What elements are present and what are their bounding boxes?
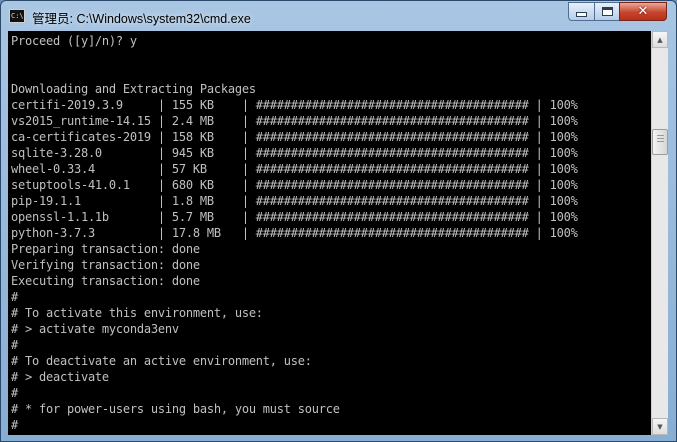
console-line: vs2015_runtime-14.15 | 2.4 MB | ########… bbox=[11, 114, 578, 128]
minimize-icon bbox=[576, 12, 587, 17]
scrollbar-thumb[interactable] bbox=[652, 129, 668, 155]
console-line: pip-19.1.1 | 1.8 MB | ##################… bbox=[11, 194, 578, 208]
console-line: # > deactivate bbox=[11, 370, 109, 384]
scroll-down-button[interactable]: ▼ bbox=[652, 418, 668, 435]
console-line: Preparing transaction: done bbox=[11, 242, 200, 256]
maximize-icon bbox=[601, 7, 613, 16]
grip-line bbox=[657, 135, 664, 136]
console-line: sqlite-3.28.0 | 945 KB | ###############… bbox=[11, 146, 578, 160]
scroll-up-button[interactable]: ▲ bbox=[652, 31, 668, 48]
up-arrow-icon: ▲ bbox=[657, 35, 663, 44]
console-line: # To activate this environment, use: bbox=[11, 306, 263, 320]
cmd-window: C:\ 管理员: C:\Windows\system32\cmd.exe ✕ P… bbox=[0, 0, 677, 442]
console-line: # bbox=[11, 386, 18, 400]
console-output-area[interactable]: Proceed ([y]/n)? y Downloading and Extrac… bbox=[8, 31, 651, 435]
console-line: Executing transaction: done bbox=[11, 274, 200, 288]
console-line: Verifying transaction: done bbox=[11, 258, 200, 272]
down-arrow-icon: ▼ bbox=[657, 422, 663, 431]
console-line: python-3.7.3 | 17.8 MB | ###############… bbox=[11, 226, 578, 240]
console-line: # bbox=[11, 290, 18, 304]
console-line: # bbox=[11, 338, 18, 352]
console-text: Proceed ([y]/n)? y Downloading and Extrac… bbox=[8, 31, 651, 433]
maximize-button[interactable] bbox=[594, 2, 620, 21]
minimize-button[interactable] bbox=[568, 2, 595, 21]
console-line: Downloading and Extracting Packages bbox=[11, 82, 256, 96]
console-line: ca-certificates-2019 | 158 KB | ########… bbox=[11, 130, 578, 144]
vertical-scrollbar[interactable]: ▲ ▼ bbox=[651, 31, 668, 435]
grip-line bbox=[657, 141, 664, 142]
console-line: # > activate myconda3env bbox=[11, 322, 179, 336]
cmd-app-icon[interactable]: C:\ bbox=[9, 9, 25, 23]
console-line: openssl-1.1.1b | 5.7 MB | ##############… bbox=[11, 210, 578, 224]
console-line: wheel-0.33.4 | 57 KB | #################… bbox=[11, 162, 578, 176]
window-title: 管理员: C:\Windows\system32\cmd.exe bbox=[32, 12, 251, 26]
console-line: certifi-2019.3.9 | 155 KB | ############… bbox=[11, 98, 578, 112]
close-button[interactable]: ✕ bbox=[619, 2, 667, 21]
grip-line bbox=[657, 138, 664, 139]
close-icon: ✕ bbox=[637, 4, 649, 19]
title-bar[interactable]: C:\ 管理员: C:\Windows\system32\cmd.exe ✕ bbox=[1, 1, 676, 31]
console-line: Proceed ([y]/n)? y bbox=[11, 34, 137, 48]
console-line: # To deactivate an active environment, u… bbox=[11, 354, 312, 368]
console-line: setuptools-41.0.1 | 680 KB | ###########… bbox=[11, 178, 578, 192]
console-line: # * for power-users using bash, you must… bbox=[11, 402, 340, 416]
console-line: # bbox=[11, 418, 18, 432]
